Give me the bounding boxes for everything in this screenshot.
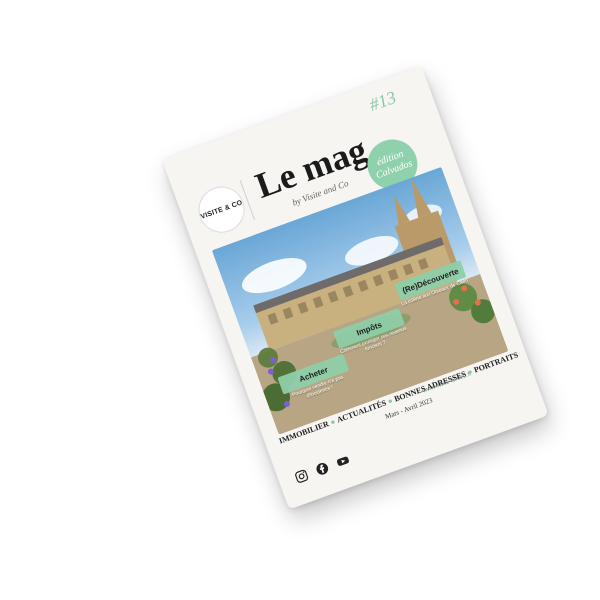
- youtube-icon: [334, 452, 352, 470]
- brand-logo-text: VISITE & CO: [199, 198, 244, 221]
- magazine-cover: #13 VISITE & CO Le mag by Visite and Co …: [162, 65, 549, 510]
- cover-photo: Acheter Pourquoi vendre n'a pas d'incide…: [211, 166, 509, 435]
- tower: [411, 177, 432, 218]
- social-icons: [293, 452, 352, 485]
- stage: #13 VISITE & CO Le mag by Visite and Co …: [0, 0, 600, 600]
- cover-photo-illustration: [241, 177, 509, 435]
- issue-number: #13: [366, 86, 399, 115]
- facebook-icon: [313, 460, 331, 478]
- instagram-icon: [293, 467, 311, 485]
- tower: [393, 194, 410, 226]
